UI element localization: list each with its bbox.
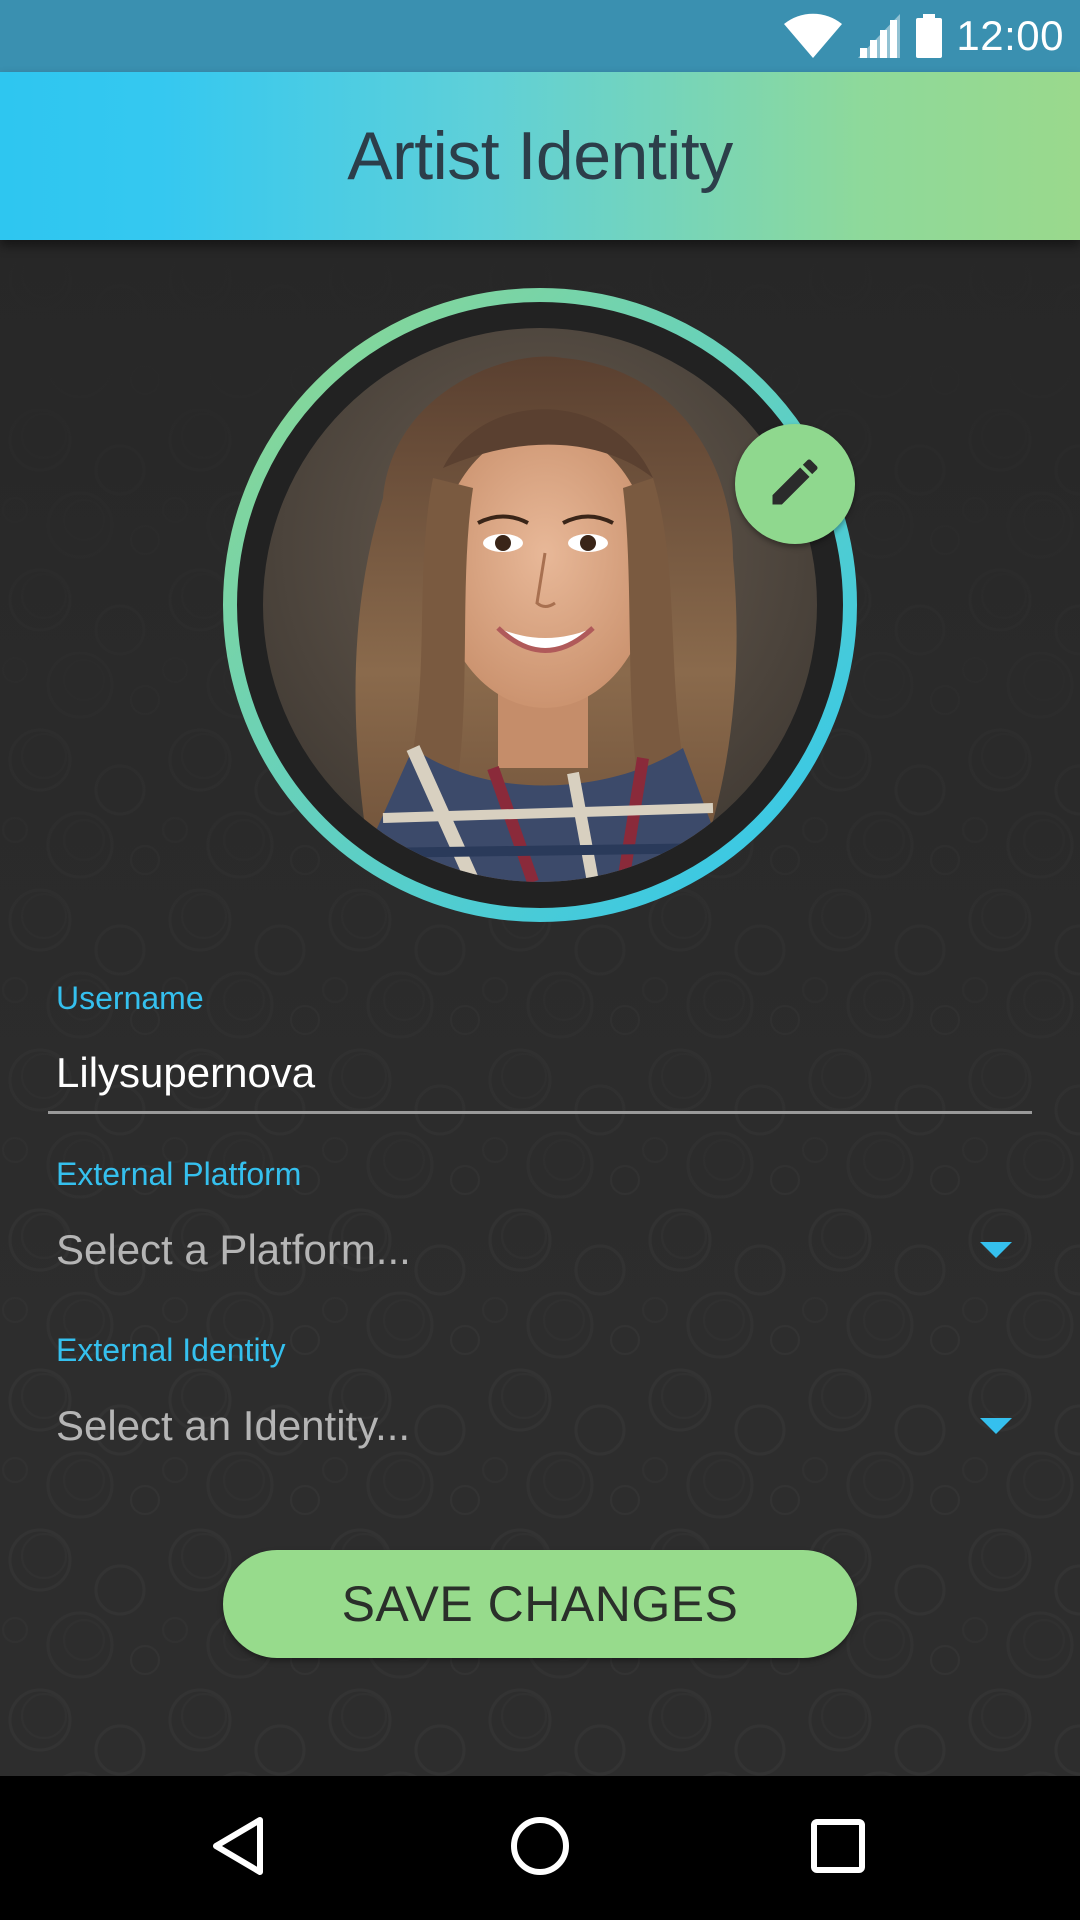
external-identity-placeholder: Select an Identity... [56, 1402, 411, 1449]
main-content: Username External Platform Select a Plat… [0, 240, 1080, 1776]
external-identity-select[interactable]: Select an Identity... [48, 1386, 1032, 1466]
external-platform-select[interactable]: Select a Platform... [48, 1210, 1032, 1290]
home-button[interactable] [502, 1810, 578, 1886]
recents-button[interactable] [800, 1810, 876, 1886]
page-title: Artist Identity [347, 118, 733, 194]
battery-icon [914, 12, 944, 60]
signal-icon [856, 12, 902, 60]
recents-icon [808, 1816, 868, 1881]
username-input[interactable] [48, 1034, 1032, 1114]
app-bar: Artist Identity [0, 72, 1080, 240]
back-button[interactable] [200, 1810, 276, 1886]
avatar [263, 328, 817, 882]
profile-photo [263, 328, 817, 882]
navigation-bar [0, 1776, 1080, 1920]
pencil-icon [765, 452, 825, 517]
edit-photo-button[interactable] [735, 424, 855, 544]
external-platform-label: External Platform [56, 1156, 302, 1192]
wifi-icon [782, 12, 844, 60]
chevron-down-icon [980, 1242, 1012, 1258]
avatar-container [223, 288, 857, 922]
home-icon [508, 1814, 572, 1883]
external-platform-placeholder: Select a Platform... [56, 1226, 411, 1273]
save-changes-button[interactable]: SAVE CHANGES [223, 1550, 857, 1658]
screen: 12:00 Artist Identity Username Lilysuper… [0, 0, 1080, 1920]
status-bar: 12:00 [0, 0, 1080, 72]
status-time: 12:00 [956, 12, 1064, 59]
username-label: Username [56, 980, 204, 1016]
external-identity-label: External Identity [56, 1332, 286, 1368]
chevron-down-icon [980, 1418, 1012, 1434]
back-icon [208, 1814, 268, 1883]
